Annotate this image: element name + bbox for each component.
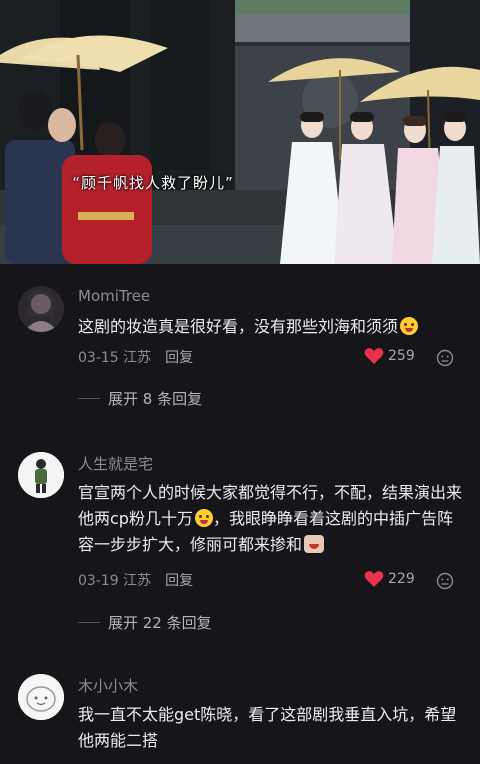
- expand-replies-label: 展开 22 条回复: [108, 614, 212, 632]
- comment-text: 这剧的妆造真是很好看，没有那些刘海和须须: [78, 314, 464, 340]
- like-count: 259: [388, 348, 415, 364]
- video-still[interactable]: “顾千帆找人救了盼儿”: [0, 0, 480, 264]
- comment-date: 03-15 江苏: [78, 350, 152, 366]
- comment-date: 03-19 江苏: [78, 573, 152, 589]
- avatar-image: [18, 452, 64, 498]
- comment-text: 我一直不太能get陈晓，看了这部剧我垂直入坑，希望他两能二搭: [78, 702, 464, 754]
- like-count: 229: [388, 571, 415, 587]
- comment-username[interactable]: 木小小木: [78, 675, 138, 696]
- comment-text: 官宣两个人的时候大家都觉得不行，不配，结果演出来他两cp粉几十万 ，我眼睁睁看着这…: [78, 480, 464, 558]
- reply-button[interactable]: 回复: [165, 570, 193, 590]
- dislike-icon[interactable]: [436, 349, 454, 367]
- heart-icon: [364, 348, 384, 364]
- comment-text-content: 这剧的妆造真是很好看，没有那些刘海和须须: [78, 317, 399, 336]
- comment-username[interactable]: 人生就是宅: [78, 453, 153, 474]
- user-avatar[interactable]: [18, 286, 64, 332]
- avatar-image: [18, 674, 64, 720]
- divider-line: [78, 398, 100, 399]
- comment-username[interactable]: MomiTree: [78, 287, 150, 305]
- reply-button[interactable]: 回复: [165, 347, 193, 367]
- comment-item: 人生就是宅 官宣两个人的时候大家都觉得不行，不配，结果演出来他两cp粉几十万 ，我…: [0, 452, 480, 638]
- heart-icon: [364, 571, 384, 587]
- like-button[interactable]: 229: [364, 570, 415, 588]
- video-subtitle: “顾千帆找人救了盼儿”: [72, 174, 234, 192]
- avatar-image: [18, 286, 64, 332]
- user-avatar[interactable]: [18, 452, 64, 498]
- expand-replies[interactable]: 展开 8 条回复: [78, 388, 202, 409]
- expand-replies[interactable]: 展开 22 条回复: [78, 612, 212, 633]
- comment-item: MomiTree 这剧的妆造真是很好看，没有那些刘海和须须 03-15 江苏 回…: [0, 286, 480, 412]
- like-button[interactable]: 259: [364, 347, 415, 365]
- screaming-emoji-icon: [304, 535, 325, 553]
- divider-line: [78, 622, 100, 623]
- expand-replies-label: 展开 8 条回复: [108, 390, 203, 408]
- comment-text-content: 我一直不太能get陈晓，看了这部剧我垂直入坑，希望他两能二搭: [78, 705, 457, 750]
- dislike-icon[interactable]: [436, 572, 454, 590]
- comment-meta: 03-19 江苏 回复: [78, 570, 193, 590]
- comment-item: 木小小木 我一直不太能get陈晓，看了这部剧我垂直入坑，希望他两能二搭: [0, 674, 480, 764]
- comment-meta: 03-15 江苏 回复: [78, 347, 193, 367]
- user-avatar[interactable]: [18, 674, 64, 720]
- laughing-crying-emoji-icon: [400, 317, 419, 335]
- video-scene: [0, 0, 480, 264]
- laughing-crying-emoji-icon: [194, 509, 213, 527]
